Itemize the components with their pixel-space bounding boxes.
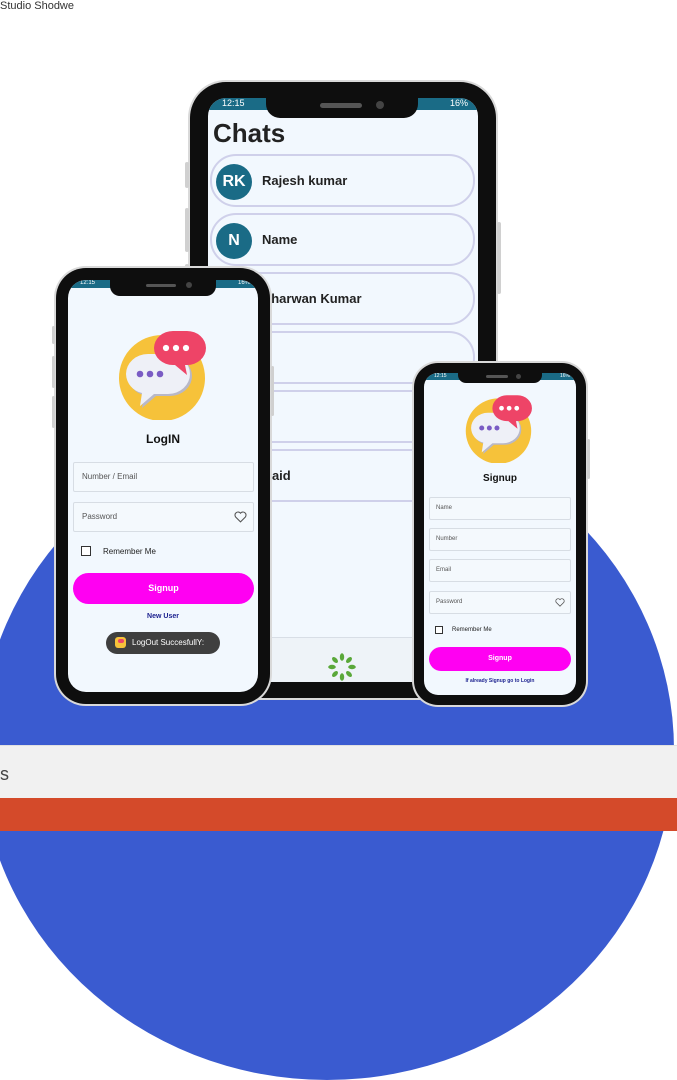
signup-button[interactable]: Signup (429, 647, 571, 671)
heart-icon[interactable] (234, 511, 247, 523)
footer-bar (0, 798, 677, 831)
status-battery: 16% (449, 98, 468, 108)
list-item[interactable]: RK Rajesh kumar (210, 154, 475, 207)
login-phone: 12:15 16% LogIN Number / Email Password … (52, 268, 274, 704)
status-time: 12:15 (80, 280, 96, 286)
phone-side-button (52, 356, 55, 388)
status-battery: 16% (559, 373, 570, 379)
remember-me-label: Remember Me (452, 627, 492, 633)
status-battery: 16% (237, 280, 250, 286)
page-title: LogIN (146, 432, 180, 446)
list-item[interactable]: N Name (210, 213, 475, 266)
name-placeholder: Name (436, 505, 453, 511)
app-icon (115, 637, 126, 648)
page-title: Chats (213, 118, 286, 148)
phone-notch (110, 278, 216, 296)
chat-bubbles-logo-icon (119, 331, 206, 420)
signup-button[interactable]: Signup (73, 573, 254, 604)
phone-side-button (185, 208, 189, 252)
email-field[interactable]: Number / Email (73, 462, 254, 492)
bottom-strip-text: s (0, 764, 9, 784)
camera-icon (376, 101, 384, 109)
bottom-strip: s (0, 745, 677, 799)
phone-side-button (497, 222, 501, 294)
remember-me-label: Remember Me (103, 547, 156, 556)
logout-toast: LogOut SuccesfullY: (106, 632, 220, 654)
speaker-icon (486, 375, 508, 378)
phone-side-button (185, 162, 189, 188)
login-screen: 12:15 16% LogIN Number / Email Password … (68, 280, 258, 692)
phone-side-button (271, 366, 274, 416)
brand-label: Studio Shodwe (0, 0, 74, 12)
camera-icon (186, 282, 192, 288)
speaker-icon (320, 103, 362, 108)
password-field[interactable]: Password (73, 502, 254, 532)
phone-notch (266, 96, 418, 118)
remember-me-checkbox[interactable] (81, 546, 91, 556)
chat-name: Name (262, 232, 298, 247)
status-time: 12:15 (434, 373, 447, 379)
chat-bubbles-logo-icon (465, 395, 532, 463)
speaker-icon (146, 284, 176, 287)
avatar: N (216, 223, 252, 259)
email-field[interactable]: Email (429, 559, 571, 582)
password-placeholder: Password (436, 599, 463, 605)
remember-me-checkbox[interactable] (435, 626, 443, 634)
avatar: RK (216, 164, 252, 200)
password-field[interactable]: Password (429, 591, 571, 614)
status-time: 12:15 (222, 98, 245, 108)
password-placeholder: Password (82, 512, 118, 521)
chat-name: Rajesh kumar (262, 173, 348, 188)
email-placeholder: Number / Email (82, 472, 138, 481)
name-field[interactable]: Name (429, 497, 571, 520)
chat-name: eharwan Kumar (264, 291, 362, 306)
login-link[interactable]: If already Signup go to Login (424, 678, 576, 684)
number-placeholder: Number (436, 536, 458, 542)
signup-screen: 12:15 16% Signup Name Number Email Passw… (424, 373, 576, 695)
phone-side-button (52, 326, 55, 344)
signup-phone: 12:15 16% Signup Name Number Email Passw… (414, 363, 590, 705)
phone-side-button (52, 396, 55, 428)
toast-message: LogOut SuccesfullY: (132, 638, 205, 647)
camera-icon (516, 374, 521, 379)
spinner-icon (328, 653, 356, 681)
number-field[interactable]: Number (429, 528, 571, 551)
heart-icon[interactable] (555, 598, 565, 607)
email-placeholder: Email (436, 567, 452, 573)
new-user-link[interactable]: New User (68, 613, 258, 620)
phone-notch (458, 371, 542, 383)
phone-side-button (587, 439, 590, 479)
page-title: Signup (483, 473, 517, 484)
